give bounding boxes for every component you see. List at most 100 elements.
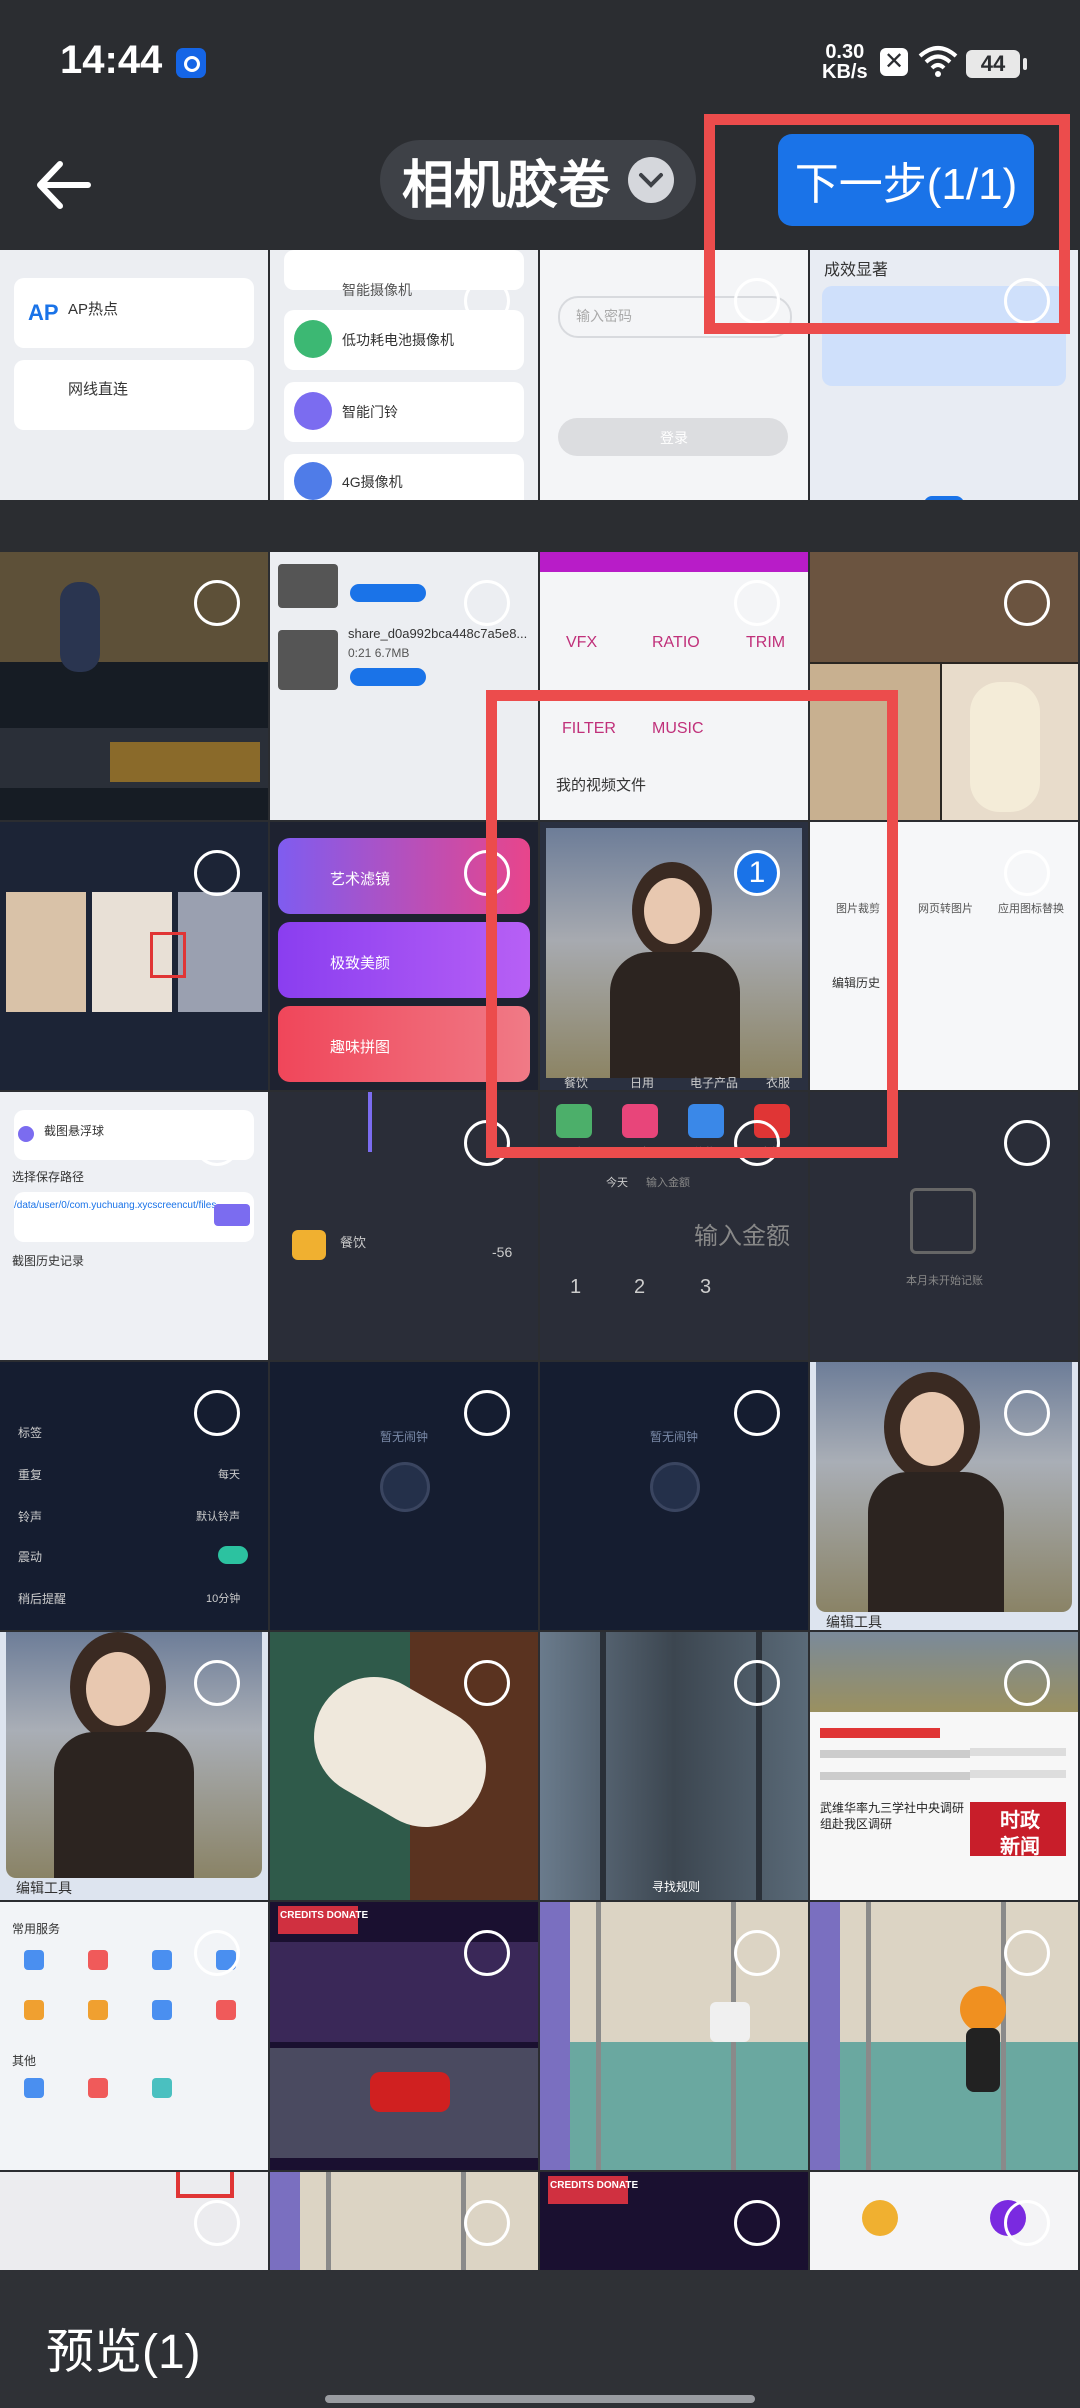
thumb-text: CREDITS DONATE <box>280 1910 369 1921</box>
select-circle[interactable] <box>194 1930 240 1976</box>
select-circle[interactable] <box>734 2200 780 2246</box>
photo-thumbnail[interactable]: 医疗 零食 礼物 宠物 今天 输入金额 输入金额 1 2 3 <box>540 1092 808 1360</box>
select-circle[interactable] <box>1004 278 1050 324</box>
photo-thumbnail[interactable]: CREDITS DONATE <box>270 1902 538 2170</box>
photo-thumbnail[interactable]: share_d0a992bca448c7a5e8... 0:21 6.7MB <box>270 552 538 820</box>
home-indicator[interactable] <box>325 2395 755 2403</box>
status-time: 14:44 <box>60 38 163 82</box>
album-selector[interactable]: 相机胶卷 <box>380 140 697 220</box>
photo-thumbnail[interactable]: VFX RATIO TRIM FILTER MUSIC 我的视频文件 <box>540 552 808 820</box>
select-circle[interactable] <box>1004 1660 1050 1706</box>
select-circle[interactable] <box>1004 1390 1050 1436</box>
bottom-bar: 预览(1) <box>0 2270 1080 2408</box>
app-notification-icon <box>176 48 206 78</box>
select-circle[interactable] <box>1004 1930 1050 1976</box>
photo-thumbnail[interactable] <box>0 2172 268 2270</box>
select-circle[interactable] <box>464 1930 510 1976</box>
select-circle[interactable] <box>194 1660 240 1706</box>
photo-thumbnail[interactable]: 暂无闹钟 <box>270 1362 538 1630</box>
thumb-text: 今天 <box>606 1177 628 1189</box>
select-circle[interactable] <box>464 1120 510 1166</box>
thumb-text: 趣味拼图 <box>330 1039 391 1056</box>
select-circle[interactable] <box>1004 1120 1050 1166</box>
photo-thumbnail[interactable]: 寻找规则 <box>540 1632 808 1900</box>
select-circle[interactable] <box>734 278 780 324</box>
photo-thumbnail[interactable] <box>0 552 268 820</box>
photo-thumbnail[interactable] <box>270 1632 538 1900</box>
thumb-text: 寻找规则 <box>652 1880 701 1894</box>
thumb-text: 图片裁剪 <box>836 903 880 915</box>
photo-thumbnail[interactable]: 常用服务 其他 <box>0 1902 268 2170</box>
thumb-text: 时政 <box>1000 1810 1040 1832</box>
select-circle[interactable] <box>464 1390 510 1436</box>
thumb-text: 输入密码 <box>576 308 632 324</box>
thumb-text: 智能摄像机 <box>342 282 412 298</box>
net-speed: 0.30 KB/s <box>822 42 868 82</box>
thumb-text: 餐饮 <box>564 1076 589 1090</box>
select-circle[interactable] <box>734 1930 780 1976</box>
select-circle[interactable] <box>1004 580 1050 626</box>
select-circle[interactable] <box>194 850 240 896</box>
thumb-text: -56 <box>492 1244 513 1260</box>
thumb-text: 网页转图片 <box>918 903 973 915</box>
photo-thumbnail[interactable]: 截图悬浮球 选择保存路径 /data/user/0/com.yuchuang.x… <box>0 1092 268 1360</box>
select-circle[interactable] <box>1004 2200 1050 2246</box>
thumb-text: share_d0a992bca448c7a5e8... <box>348 626 528 641</box>
photo-thumbnail[interactable]: 成效显著 <box>810 250 1078 500</box>
photo-thumbnail[interactable]: 艺术滤镜 极致美颜 趣味拼图 <box>270 822 538 1090</box>
next-step-button[interactable]: 下一步(1/1) <box>778 134 1034 226</box>
select-circle[interactable] <box>734 1390 780 1436</box>
photo-thumbnail[interactable] <box>810 1902 1078 2170</box>
photo-thumbnail[interactable]: 编辑工具 <box>0 1632 268 1900</box>
thumb-text: 成效显著 <box>824 262 889 279</box>
back-arrow-icon[interactable] <box>30 150 100 220</box>
thumb-text: 武维华率九三学社中央调研组赴我区调研 <box>820 1801 965 1831</box>
photo-thumbnail[interactable]: 输入密码 登录 <box>540 250 808 500</box>
photo-thumbnail[interactable]: 编辑工具 <box>810 1362 1078 1630</box>
select-circle[interactable] <box>1004 850 1050 896</box>
photo-thumbnail[interactable]: 餐饮 -56 <box>270 1092 538 1360</box>
select-circle[interactable] <box>464 278 510 324</box>
select-circle[interactable] <box>464 580 510 626</box>
photo-thumbnail[interactable] <box>810 2172 1078 2270</box>
photo-thumbnail[interactable] <box>270 2172 538 2270</box>
preview-button[interactable]: 预览(1) <box>46 2312 201 2382</box>
photo-thumbnail[interactable]: 武维华率九三学社中央调研组赴我区调研 时政 新闻 <box>810 1632 1078 1900</box>
photo-thumbnail-selected[interactable]: 餐饮 日用 电子产品 衣服 1 <box>540 822 808 1090</box>
selected-badge[interactable]: 1 <box>734 850 780 896</box>
select-circle[interactable] <box>194 1390 240 1436</box>
select-circle[interactable] <box>464 1660 510 1706</box>
photo-thumbnail[interactable]: 本月未开始记账 <box>810 1092 1078 1360</box>
select-circle[interactable] <box>734 1120 780 1166</box>
thumb-text: CREDITS DONATE <box>550 2180 639 2191</box>
thumb-text: 新闻 <box>1000 1836 1040 1858</box>
select-circle[interactable] <box>734 1660 780 1706</box>
thumb-text: AP热点 <box>68 301 119 318</box>
select-circle[interactable] <box>194 278 240 324</box>
photo-thumbnail[interactable]: 智能摄像机 低功耗电池摄像机 智能门铃 4G摄像机 <box>270 250 538 500</box>
select-circle[interactable] <box>194 1120 240 1166</box>
thumb-text: TRIM <box>746 634 786 651</box>
thumb-text: 电子产品 <box>690 1076 739 1090</box>
thumb-text: 医疗 <box>562 1147 584 1159</box>
thumb-text: 0:21 6.7MB <box>348 646 410 660</box>
net-speed-value: 0.30 <box>825 41 865 63</box>
chevron-down-icon <box>628 157 675 203</box>
photo-thumbnail[interactable] <box>810 552 1078 820</box>
photo-thumbnail[interactable] <box>0 822 268 1090</box>
select-circle[interactable] <box>194 2200 240 2246</box>
photo-thumbnail[interactable]: 标签 重复 每天 铃声 默认铃声 震动 稍后提醒 10分钟 <box>0 1362 268 1630</box>
photo-thumbnail[interactable]: AP AP热点 网线直连 <box>0 250 268 500</box>
select-circle[interactable] <box>194 580 240 626</box>
thumb-text: 1 <box>570 1276 582 1298</box>
photo-thumbnail[interactable] <box>540 1902 808 2170</box>
select-circle[interactable] <box>734 580 780 626</box>
photo-thumbnail[interactable]: 暂无闹钟 <box>540 1362 808 1630</box>
select-circle[interactable] <box>464 2200 510 2246</box>
photo-thumbnail[interactable]: 图片裁剪 网页转图片 应用图标替换 编辑历史 <box>810 822 1078 1090</box>
thumb-text: 应用图标替换 <box>998 903 1064 915</box>
photo-thumbnail[interactable]: CREDITS DONATE <box>540 2172 808 2270</box>
thumb-text: RATIO <box>652 634 700 651</box>
thumb-text: 截图历史记录 <box>12 1254 85 1268</box>
select-circle[interactable] <box>464 850 510 896</box>
